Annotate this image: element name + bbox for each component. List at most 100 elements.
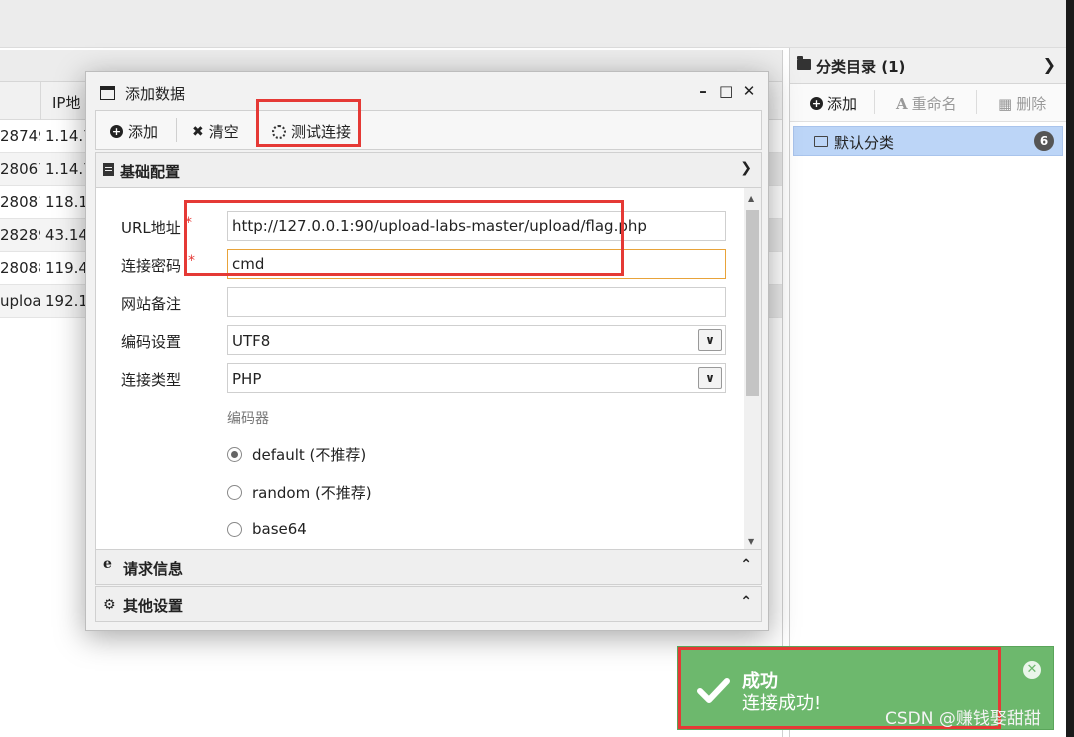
note-input[interactable] — [227, 287, 726, 317]
scrollbar-thumb[interactable] — [746, 210, 759, 396]
url-input[interactable] — [227, 211, 726, 241]
section-basic-config[interactable]: 基础配置 ❯ — [95, 152, 762, 188]
encoding-value: UTF8 — [232, 332, 271, 350]
encoder-label: 编码器 — [227, 411, 269, 427]
watermark: CSDN @赚钱娶甜甜 — [885, 709, 1041, 729]
check-icon — [697, 678, 730, 703]
radio-icon[interactable] — [227, 485, 242, 500]
encoder-option-label: default (不推荐) — [252, 446, 367, 464]
chevron-right-icon[interactable]: ❯ — [1043, 55, 1056, 74]
category-rename-button[interactable]: A 重命名 — [896, 93, 957, 114]
url-label: URL地址 — [121, 219, 181, 237]
toast-message: 连接成功! — [742, 693, 822, 714]
dialog-titlebar[interactable]: 添加数据 – □ ✕ — [86, 72, 768, 112]
document-icon — [103, 163, 114, 180]
category-item-label: 默认分类 — [834, 134, 895, 152]
encoder-option-random[interactable]: random (不推荐) — [227, 482, 372, 503]
category-add-label: 添加 — [827, 95, 858, 113]
password-label: 连接密码 — [121, 257, 182, 275]
dialog-title: 添加数据 — [125, 85, 186, 103]
note-row: 网站备注 — [96, 287, 746, 317]
add-button-label: 添加 — [128, 123, 159, 141]
section-other-settings[interactable]: ⚙ 其他设置 ⌃ — [95, 586, 762, 622]
section-request-info[interactable]: e 请求信息 ⌃ — [95, 549, 762, 585]
clear-button-label: 清空 — [208, 123, 239, 141]
cell-id: 28289 — [0, 226, 40, 244]
section-title: 基础配置 — [120, 163, 181, 181]
row-tail — [768, 219, 782, 251]
window-icon — [100, 86, 115, 100]
plus-circle-icon: + — [110, 125, 123, 138]
minimize-icon[interactable]: – — [696, 82, 710, 100]
toast-close-icon[interactable]: ✕ — [1023, 661, 1041, 679]
toolbar-divider — [976, 90, 977, 114]
chevron-up-icon[interactable]: ⌃ — [740, 594, 752, 610]
encoder-option-base64[interactable]: base64 — [227, 520, 307, 538]
row-tail — [768, 285, 782, 317]
test-connection-button[interactable]: 测试连接 — [272, 121, 351, 142]
gears-icon: ⚙ — [103, 597, 116, 613]
radio-icon[interactable] — [227, 521, 242, 537]
column-separator[interactable] — [40, 82, 41, 120]
category-panel-title: 分类目录 (1) — [816, 58, 906, 76]
basic-config-form: URL地址 * 连接密码 * 网站备注 编码设置 UTF8 ∨ 连接类型 PHP… — [95, 188, 762, 550]
font-icon: A — [896, 94, 908, 113]
test-connection-label: 测试连接 — [291, 123, 352, 141]
type-row: 连接类型 PHP ∨ — [96, 363, 746, 393]
category-delete-button[interactable]: ▦ 删除 — [998, 93, 1046, 114]
toolbar-divider — [256, 118, 257, 142]
trash-icon: ▦ — [998, 94, 1013, 113]
toolbar-divider — [874, 90, 875, 114]
clear-button[interactable]: ✖ 清空 — [192, 121, 239, 142]
cell-ip: 119.4 — [45, 259, 88, 277]
edge-icon: e — [103, 556, 112, 572]
encoder-option-default[interactable]: default (不推荐) — [227, 444, 366, 465]
category-add-button[interactable]: + 添加 — [810, 93, 857, 114]
category-count-badge: 6 — [1034, 131, 1054, 151]
form-scrollbar[interactable]: ▲ ▼ — [744, 188, 761, 550]
chevron-down-icon[interactable]: ∨ — [698, 367, 722, 389]
add-data-dialog: 添加数据 – □ ✕ + 添加 ✖ 清空 测试连接 基础配置 ❯ URL地址 * — [85, 71, 769, 631]
category-panel-header: 分类目录 (1) ❯ — [790, 48, 1066, 84]
required-marker: * — [188, 253, 195, 269]
encoding-row: 编码设置 UTF8 ∨ — [96, 325, 746, 355]
plus-circle-icon: + — [810, 97, 823, 110]
type-label: 连接类型 — [121, 371, 182, 389]
encoding-label: 编码设置 — [121, 333, 182, 351]
maximize-icon[interactable]: □ — [719, 82, 733, 100]
column-header-ip[interactable]: IP地 — [52, 92, 80, 113]
category-toolbar: + 添加 A 重命名 ▦ 删除 — [790, 84, 1066, 122]
radio-checked-icon[interactable] — [227, 447, 242, 462]
chevron-down-icon[interactable]: ❯ — [740, 160, 752, 176]
category-item-default[interactable]: 默认分类 6 — [793, 126, 1063, 156]
window-edge — [1066, 0, 1074, 737]
folder-icon — [797, 56, 811, 70]
scroll-up-icon[interactable]: ▲ — [748, 194, 754, 203]
cell-ip: 192.1 — [45, 292, 88, 310]
encoding-select[interactable]: UTF8 ∨ — [227, 325, 726, 355]
note-label: 网站备注 — [121, 295, 182, 313]
encoder-option-label: random (不推荐) — [252, 484, 372, 502]
add-button[interactable]: + 添加 — [110, 121, 158, 142]
type-select[interactable]: PHP ∨ — [227, 363, 726, 393]
top-toolbar-area — [0, 0, 1066, 48]
scroll-down-icon[interactable]: ▼ — [748, 537, 754, 546]
chevron-down-icon[interactable]: ∨ — [698, 329, 722, 351]
cell-ip: 118.1 — [45, 193, 88, 211]
cell-ip: 43.14 — [45, 226, 88, 244]
cell-id: 28067 — [0, 160, 40, 178]
encoder-option-label: base64 — [252, 520, 307, 538]
close-icon[interactable]: ✕ — [742, 82, 756, 100]
spinner-icon — [272, 124, 286, 139]
dialog-toolbar: + 添加 ✖ 清空 测试连接 — [95, 110, 762, 150]
window-controls: – □ ✕ — [696, 82, 756, 100]
toolbar-divider — [176, 118, 177, 142]
cell-id: 28081 — [0, 193, 40, 211]
chevron-up-icon[interactable]: ⌃ — [740, 557, 752, 573]
section-title: 其他设置 — [123, 597, 184, 615]
password-input[interactable] — [227, 249, 726, 279]
password-row: 连接密码 * — [96, 249, 746, 279]
category-panel: 分类目录 (1) ❯ + 添加 A 重命名 ▦ 删除 默认分类 6 — [789, 48, 1066, 737]
cell-id: 28749 — [0, 127, 40, 145]
row-tail — [768, 153, 782, 185]
